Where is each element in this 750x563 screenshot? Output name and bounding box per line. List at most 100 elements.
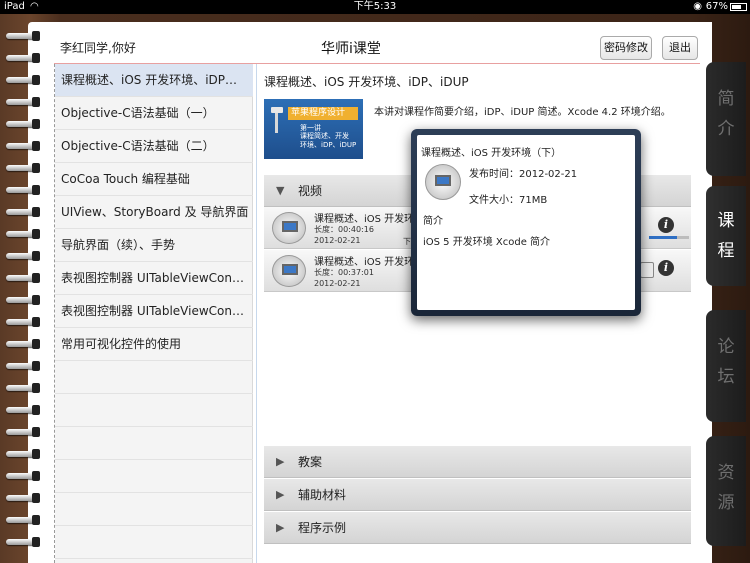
tab-forum[interactable]: 论 坛 <box>706 310 746 422</box>
tab-intro[interactable]: 简 介 <box>706 62 746 176</box>
lesson-item[interactable]: UIView、StoryBoard 及 导航界面 <box>55 196 253 229</box>
lesson-item[interactable]: Objective-C语法基础（二） <box>55 130 253 163</box>
binder-ring <box>6 448 40 460</box>
section-label: 辅助材料 <box>298 488 347 502</box>
empty-row <box>55 427 253 460</box>
lesson-item[interactable]: 表视图控制器 UITableViewCon… <box>55 295 253 328</box>
tab-char: 源 <box>717 493 735 513</box>
pause-button[interactable] <box>640 262 654 278</box>
section-header[interactable]: ▶ 教案 <box>264 446 691 478</box>
triangle-right-icon: ▶ <box>276 488 285 501</box>
binder-ring <box>6 382 40 394</box>
tab-resources[interactable]: 资 源 <box>706 436 746 546</box>
binder-ring <box>6 74 40 86</box>
lesson-list: 课程概述、iOS 开发环境、iDP… Objective-C语法基础（一） Ob… <box>55 64 253 563</box>
thumbnail-banner: 苹果程序设计 <box>288 107 358 120</box>
binder-ring <box>6 162 40 174</box>
binder-ring <box>6 250 40 262</box>
video-title: 课程概述、iOS 开发环 <box>314 214 415 225</box>
binder-ring <box>6 536 40 548</box>
video-title: 课程概述、iOS 开发环 <box>314 257 415 268</box>
lesson-item[interactable]: 课程概述、iOS 开发环境、iDP… <box>55 64 253 97</box>
triangle-right-icon: ▶ <box>276 521 285 534</box>
binder-ring <box>6 184 40 196</box>
lesson-item[interactable]: CoCoa Touch 编程基础 <box>55 163 253 196</box>
video-duration: 长度：00:37:01 <box>314 268 374 277</box>
binder-ring <box>6 338 40 350</box>
empty-row <box>55 493 253 526</box>
lesson-description: 本讲对课程作简要介绍，iDP、iDUP 简述。Xcode 4.2 环境介绍。 <box>374 107 671 118</box>
lesson-title: 课程概述、iOS 开发环境、iDP、iDUP <box>264 75 469 89</box>
video-duration: 长度：00:40:16 <box>314 225 374 234</box>
binder-ring <box>6 206 40 218</box>
section-header[interactable]: ▶ 辅助材料 <box>264 479 691 511</box>
monitor-icon <box>272 255 306 287</box>
empty-row <box>55 460 253 493</box>
binder-ring <box>6 96 40 108</box>
monitor-icon <box>272 212 306 244</box>
monitor-icon <box>425 164 461 200</box>
empty-row <box>55 526 253 559</box>
tab-char: 简 <box>717 89 735 109</box>
empty-row <box>55 394 253 427</box>
tab-char: 坛 <box>717 367 735 387</box>
section-label: 程序示例 <box>298 521 347 535</box>
binder-ring <box>6 492 40 504</box>
lesson-item[interactable]: 常用可视化控件的使用 <box>55 328 253 361</box>
download-status: 下 <box>403 237 411 246</box>
binder-ring <box>6 52 40 64</box>
intro-text: iOS 5 开发环境 Xcode 简介 <box>423 237 551 248</box>
binder-ring <box>6 404 40 416</box>
status-time: 下午5:33 <box>353 1 397 12</box>
binder-ring <box>6 30 40 42</box>
battery-percent: 67% <box>705 1 728 12</box>
section-label: 视频 <box>298 184 323 198</box>
binder-ring <box>6 316 40 328</box>
app-title: 华师i课堂 <box>321 41 381 57</box>
publish-date: 发布时间：2012-02-21 <box>469 169 578 180</box>
tab-char: 论 <box>717 337 735 357</box>
rotation-lock-icon: ◉ <box>693 1 702 12</box>
binder-ring <box>6 514 40 526</box>
binder-ring <box>6 228 40 240</box>
hammer-icon <box>271 107 283 133</box>
thumbnail-line: 环境、iDP、iDUP <box>300 141 357 149</box>
empty-row <box>55 361 253 394</box>
binder-ring <box>6 294 40 306</box>
binder-ring <box>6 360 40 372</box>
triangle-right-icon: ▶ <box>276 455 285 468</box>
logout-button[interactable]: 退出 <box>662 36 698 60</box>
lesson-item[interactable]: 表视图控制器 UITableViewCon… <box>55 262 253 295</box>
popover-content: 课程概述、iOS 开发环境（下） 发布时间：2012-02-21 文件大小：71… <box>417 135 635 310</box>
download-progress-bar <box>649 236 689 239</box>
binder-ring <box>6 140 40 152</box>
info-icon[interactable]: i <box>658 260 674 276</box>
status-bar: iPad ◠ 下午5:33 ◉ 67% <box>0 0 750 14</box>
section-label: 教案 <box>298 455 323 469</box>
battery-icon <box>730 3 747 11</box>
change-password-button[interactable]: 密码修改 <box>600 36 652 60</box>
lesson-item[interactable]: Objective-C语法基础（一） <box>55 97 253 130</box>
binder-ring <box>6 426 40 438</box>
tab-char: 资 <box>717 463 735 483</box>
tab-char: 课 <box>717 211 735 231</box>
info-icon[interactable]: i <box>658 217 674 233</box>
binder-ring <box>6 470 40 482</box>
triangle-down-icon: ▼ <box>276 184 285 197</box>
video-info-popover: 课程概述、iOS 开发环境（下） 发布时间：2012-02-21 文件大小：71… <box>411 129 641 316</box>
tab-char: 程 <box>717 241 735 261</box>
tab-course[interactable]: 课 程 <box>706 186 746 286</box>
popover-title: 课程概述、iOS 开发环境（下） <box>421 148 562 159</box>
tab-char: 介 <box>717 119 735 139</box>
intro-label: 简介 <box>423 216 443 227</box>
lesson-thumbnail: 苹果程序设计 第一讲 课程简述、开发 环境、iDP、iDUP <box>264 99 363 159</box>
page-header: 李红同学,你好 华师i课堂 密码修改 退出 <box>54 30 700 64</box>
binder-ring <box>6 118 40 130</box>
video-date: 2012-02-21 <box>314 236 361 245</box>
lesson-item[interactable]: 导航界面（续）、手势 <box>55 229 253 262</box>
section-header[interactable]: ▶ 程序示例 <box>264 512 691 544</box>
binder-ring <box>6 272 40 284</box>
file-size: 文件大小：71MB <box>469 195 548 206</box>
video-date: 2012-02-21 <box>314 279 361 288</box>
binder-rings <box>0 30 44 563</box>
